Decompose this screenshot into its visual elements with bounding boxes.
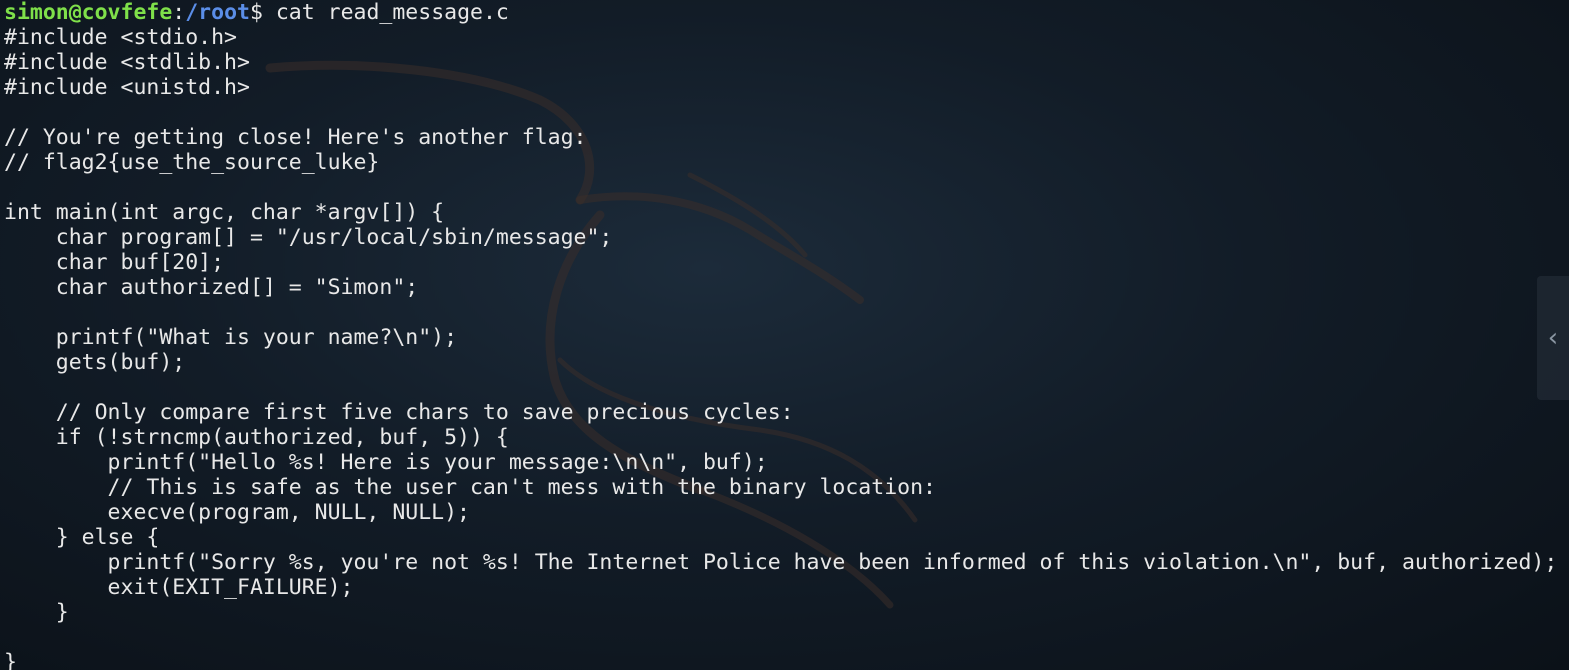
prompt-path: /root <box>185 0 250 25</box>
code-line: printf("Sorry %s, you're not %s! The Int… <box>4 550 1558 575</box>
code-line: execve(program, NULL, NULL); <box>4 500 470 525</box>
prompt-symbol: $ <box>249 0 263 25</box>
terminal-output: simon@covfefe:/root$ cat read_message.c #… <box>4 0 1557 670</box>
code-line: gets(buf); <box>4 350 186 375</box>
code-line: char program[] = "/usr/local/sbin/messag… <box>4 225 613 250</box>
prompt-user-host: simon@covfefe <box>4 0 173 25</box>
code-line: char authorized[] = "Simon"; <box>4 275 419 300</box>
prompt-separator: : <box>172 0 186 25</box>
code-line: // This is safe as the user can't mess w… <box>4 475 936 500</box>
code-line: } <box>4 600 69 625</box>
code-line: exit(EXIT_FAILURE); <box>4 575 354 600</box>
code-line: if (!strncmp(authorized, buf, 5)) { <box>4 425 509 450</box>
code-line: int main(int argc, char *argv[]) { <box>4 200 445 225</box>
code-line: char buf[20]; <box>4 250 225 275</box>
code-line: } else { <box>4 525 160 550</box>
chevron-left-icon: ‹ <box>1547 323 1559 353</box>
code-line: // flag2{use_the_source_luke} <box>4 150 380 175</box>
code-line: // Only compare first five chars to save… <box>4 400 794 425</box>
prompt-command: cat read_message.c <box>262 0 509 25</box>
code-line: printf("Hello %s! Here is your message:\… <box>4 450 768 475</box>
side-panel-toggle-button[interactable]: ‹ <box>1537 276 1569 400</box>
code-line: // You're getting close! Here's another … <box>4 125 587 150</box>
code-line: } <box>4 650 17 670</box>
code-line: #include <stdlib.h> <box>4 50 250 75</box>
code-line: #include <unistd.h> <box>4 75 250 100</box>
code-line: #include <stdio.h> <box>4 25 237 50</box>
prompt-line: simon@covfefe:/root$ cat read_message.c <box>4 0 1557 25</box>
code-line: printf("What is your name?\n"); <box>4 325 458 350</box>
